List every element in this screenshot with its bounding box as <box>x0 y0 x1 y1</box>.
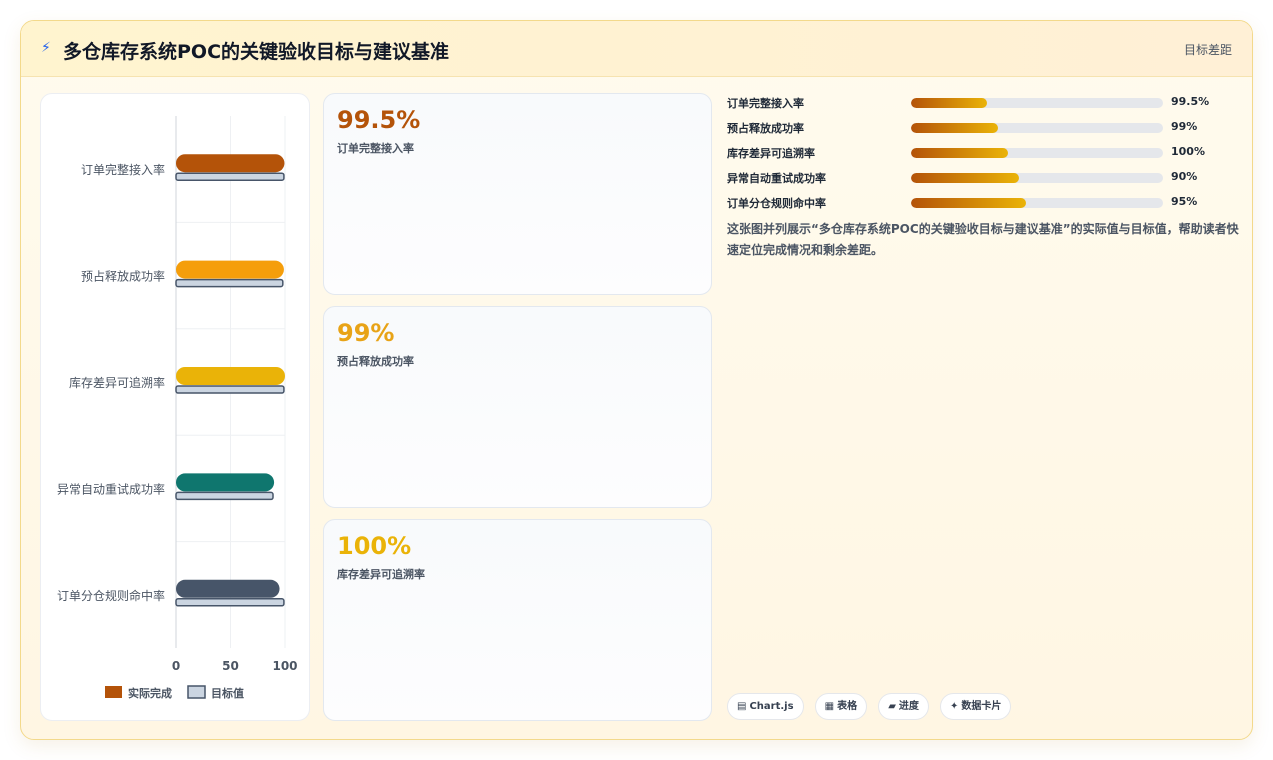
bar-target <box>175 278 284 288</box>
progress-list: 订单完整接入率 99.5% 预占释放成功率 99% 库存差异可追溯率 100% … <box>727 93 1237 218</box>
pill-label: 进度 <box>898 701 919 712</box>
bar-target <box>175 172 285 181</box>
progress-value: 95% <box>1171 195 1198 208</box>
feature-pills: ▤ Chart.js ▦ 表格 ▰ 进度 ✦ 数据卡片 <box>727 693 1017 721</box>
progress-row: 订单完整接入率 99.5% <box>727 93 1237 118</box>
tick-label: 0 <box>172 659 180 673</box>
category-label: 订单分仓规则命中率 <box>57 588 165 603</box>
kpi-label: 预占释放成功率 <box>337 355 414 368</box>
progress-label: 预占释放成功率 <box>727 122 804 135</box>
progress-fill <box>911 148 1009 158</box>
legend-swatch-actual <box>105 686 122 698</box>
progress-row: 异常自动重试成功率 90% <box>727 168 1237 193</box>
bar-actual <box>176 473 275 492</box>
progress-label: 库存差异可追溯率 <box>727 147 815 160</box>
legend-swatch-target <box>187 685 206 699</box>
progress-row: 订单分仓规则命中率 95% <box>727 193 1237 218</box>
category-label: 库存差异可追溯率 <box>69 375 165 390</box>
bar-actual <box>176 367 285 385</box>
kpi-value: 100% <box>337 532 412 560</box>
pill-chartjs[interactable]: ▤ Chart.js <box>727 693 804 720</box>
kpi-label: 库存差异可追溯率 <box>337 568 425 581</box>
pill-label: 数据卡片 <box>961 701 1002 712</box>
page-title: 多仓库存系统POC的关键验收目标与建议基准 <box>63 41 450 63</box>
tick-label: 100 <box>272 659 297 673</box>
bar-target <box>175 385 285 394</box>
progress-value: 100% <box>1171 145 1205 158</box>
pill-progress[interactable]: ▰ 进度 <box>878 693 929 720</box>
progress-label: 订单分仓规则命中率 <box>727 197 826 210</box>
progress-value: 99% <box>1171 120 1198 133</box>
progress-fill <box>911 98 987 108</box>
bar-target <box>175 598 285 607</box>
legend-label-target: 目标值 <box>211 686 244 700</box>
progress-row: 预占释放成功率 99% <box>727 118 1237 143</box>
bar-actual <box>176 260 284 279</box>
chart-icon: ▤ <box>737 701 747 712</box>
table-icon: ▦ <box>824 701 835 712</box>
progress-value: 99.5% <box>1171 95 1210 108</box>
bar-chart: 订单完整接入率预占释放成功率库存差异可追溯率异常自动重试成功率订单分仓规则命中率… <box>57 116 298 700</box>
legend-label-actual: 实际完成 <box>128 686 172 700</box>
dashboard-card: ⚡ 多仓库存系统POC的关键验收目标与建议基准 目标差距 订单完整接入率 预占释放… <box>20 20 1253 740</box>
kpi-label: 订单完整接入率 <box>337 142 414 155</box>
progress-label: 订单完整接入率 <box>727 97 804 110</box>
bar-actual <box>176 154 285 173</box>
bar-actual <box>176 579 280 598</box>
progress-row: 库存差异可追溯率 100% <box>727 143 1237 168</box>
header-tag: 目标差距 <box>1183 43 1232 57</box>
bar-target <box>175 491 274 501</box>
progress-track <box>911 198 1163 208</box>
pill-label: Chart.js <box>749 701 794 712</box>
category-label: 订单完整接入率 <box>81 162 165 177</box>
progress-fill <box>911 173 1020 183</box>
category-label: 异常自动重试成功率 <box>57 481 165 496</box>
category-label: 预占释放成功率 <box>81 269 165 284</box>
progress-value: 90% <box>1171 170 1198 183</box>
kpi-value: 99.5% <box>337 106 421 134</box>
kpi-value: 99% <box>337 319 395 347</box>
progress-fill <box>911 123 998 133</box>
progress-label: 异常自动重试成功率 <box>727 172 826 185</box>
lightning-icon: ⚡ <box>41 40 51 56</box>
kpi-card-3: 100% 库存差异可追溯率 <box>323 519 712 721</box>
kpi-card-1: 99.5% 订单完整接入率 <box>323 93 712 295</box>
card-header: ⚡ 多仓库存系统POC的关键验收目标与建议基准 目标差距 <box>21 21 1252 77</box>
progress-track <box>911 98 1163 108</box>
kpi-card-2: 99% 预占释放成功率 <box>323 306 712 508</box>
tick-label: 50 <box>222 659 239 673</box>
progress-track <box>911 148 1163 158</box>
progress-fill <box>911 198 1026 208</box>
progress-icon: ▰ <box>888 701 896 712</box>
progress-track <box>911 173 1163 183</box>
progress-track <box>911 123 1163 133</box>
pill-data-cards[interactable]: ✦ 数据卡片 <box>940 693 1012 720</box>
chart-description: 这张图并列展示“多仓库存系统POC的关键验收目标与建议基准”的实际值与目标值，帮… <box>727 222 1239 257</box>
pill-table[interactable]: ▦ 表格 <box>814 693 868 720</box>
bar-chart-panel: 订单完整接入率 预占释放成功率库存差异可追溯率异常自动重试成功率 订单分仓规则命中率… <box>40 93 310 721</box>
sparkle-icon: ✦ <box>950 701 959 712</box>
pill-label: 表格 <box>837 701 858 712</box>
